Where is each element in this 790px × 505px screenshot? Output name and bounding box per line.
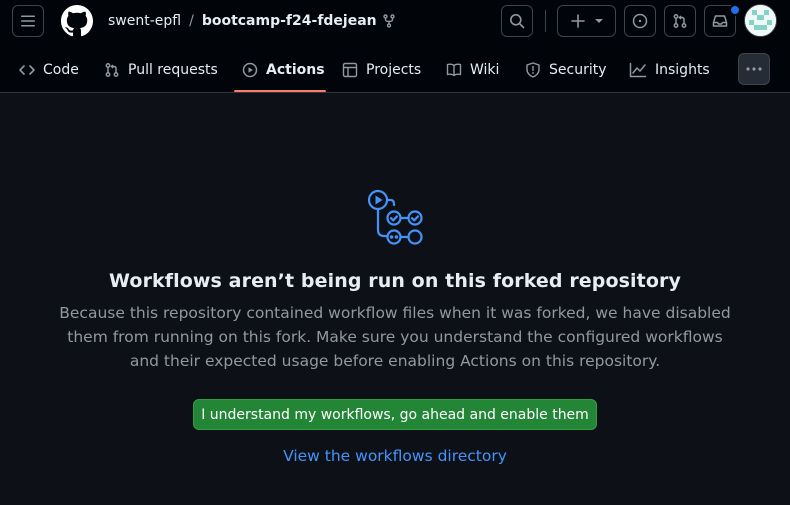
table-icon bbox=[342, 62, 358, 78]
enable-workflows-button[interactable]: I understand my workflows, go ahead and … bbox=[193, 399, 597, 430]
more-tabs-button[interactable] bbox=[738, 53, 770, 85]
issues-button[interactable] bbox=[624, 5, 656, 37]
actions-blankslate bbox=[0, 93, 790, 505]
tab-code-label: Code bbox=[43, 62, 79, 78]
tab-actions[interactable]: Actions bbox=[242, 50, 325, 90]
git-pull-request-icon bbox=[673, 14, 687, 28]
owner-link[interactable]: swent-epfl bbox=[108, 13, 181, 29]
identicon-icon bbox=[745, 5, 776, 36]
graph-icon bbox=[629, 62, 647, 78]
tab-wiki-label: Wiki bbox=[470, 62, 500, 78]
plus-icon bbox=[570, 14, 585, 28]
breadcrumb: swent-epfl / bootcamp-f24-fdejean bbox=[108, 11, 395, 31]
tab-insights[interactable]: Insights bbox=[629, 50, 710, 90]
tab-projects-label: Projects bbox=[366, 62, 422, 78]
tab-security[interactable]: Security bbox=[525, 50, 607, 90]
workflow-icon bbox=[367, 189, 423, 245]
repo-link[interactable]: bootcamp-f24-fdejean bbox=[202, 13, 377, 29]
avatar[interactable] bbox=[744, 4, 777, 37]
tab-insights-label: Insights bbox=[655, 62, 710, 78]
blankslate-description: Because this repository contained workfl… bbox=[59, 304, 731, 370]
code-icon bbox=[19, 62, 35, 78]
kebab-horizontal-icon bbox=[746, 67, 762, 71]
repo-forked-icon bbox=[382, 14, 395, 28]
shield-icon bbox=[525, 62, 541, 78]
tab-actions-label: Actions bbox=[266, 62, 325, 78]
search-button[interactable] bbox=[501, 5, 533, 37]
inbox-icon bbox=[712, 15, 728, 27]
tab-wiki[interactable]: Wiki bbox=[446, 50, 499, 90]
tab-security-label: Security bbox=[549, 62, 607, 78]
menu-button[interactable] bbox=[12, 5, 44, 37]
github-logo-icon[interactable] bbox=[61, 5, 93, 37]
tab-code[interactable]: Code bbox=[19, 50, 79, 90]
repo-nav: Code Pull requests Actions Projects Wiki… bbox=[0, 50, 790, 92]
pull-requests-button[interactable] bbox=[664, 5, 696, 37]
hamburger-icon bbox=[21, 15, 35, 27]
search-icon bbox=[510, 14, 525, 29]
notification-dot bbox=[729, 4, 741, 16]
create-new-button[interactable] bbox=[557, 5, 616, 37]
git-pull-request-icon bbox=[104, 62, 120, 78]
book-icon bbox=[446, 62, 462, 78]
tab-pull-requests[interactable]: Pull requests bbox=[104, 50, 218, 90]
blankslate-title: Workflows aren’t being run on this forke… bbox=[109, 270, 681, 292]
tab-pull-requests-label: Pull requests bbox=[128, 62, 218, 78]
breadcrumb-separator: / bbox=[189, 13, 194, 29]
global-header: swent-epfl / bootcamp-f24-fdejean Code P… bbox=[0, 0, 790, 93]
header-divider bbox=[545, 10, 546, 32]
triangle-down-icon bbox=[594, 19, 603, 23]
view-workflows-link[interactable]: View the workflows directory bbox=[0, 447, 790, 465]
tab-projects[interactable]: Projects bbox=[342, 50, 421, 90]
issue-opened-icon bbox=[632, 13, 648, 29]
active-tab-underline bbox=[234, 90, 326, 92]
play-icon bbox=[242, 62, 258, 78]
